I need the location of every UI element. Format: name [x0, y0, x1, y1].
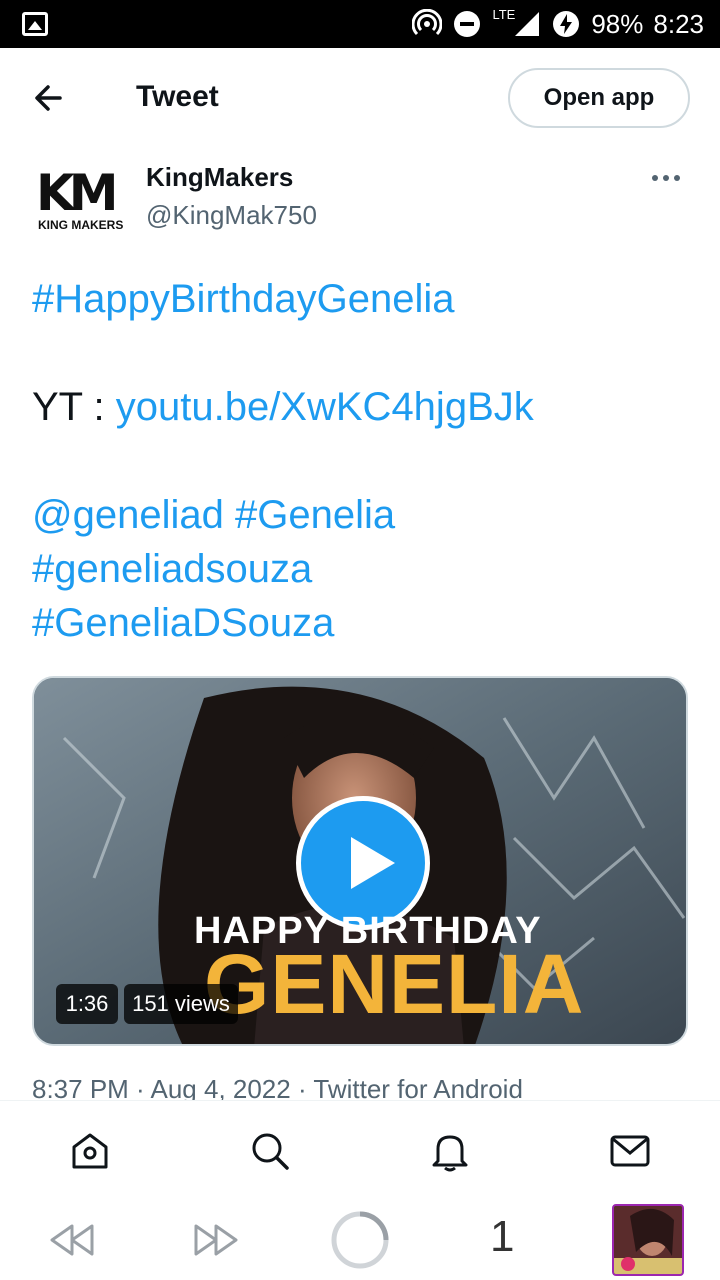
browser-toolbar: 1: [0, 1200, 720, 1280]
video-overlay-name: GENELIA: [204, 937, 585, 1031]
hashtag-link[interactable]: #HappyBirthdayGenelia: [32, 277, 454, 321]
network-type: LTE: [492, 6, 516, 22]
do-not-disturb-icon: [454, 11, 481, 37]
hashtag-link[interactable]: #Genelia: [235, 493, 395, 537]
reload-spinner-icon[interactable]: [330, 1210, 390, 1270]
messages-icon[interactable]: [608, 1129, 652, 1173]
back-arrow-icon[interactable]: [30, 78, 70, 118]
tweet-timestamp: 8:37 PM · Aug 4, 2022 · Twitter for Andr…: [32, 1074, 523, 1100]
youtube-link[interactable]: youtu.be/XwKC4hjgBJk: [116, 385, 534, 429]
signal-icon: [515, 12, 540, 36]
more-options-icon[interactable]: [652, 166, 688, 190]
author-avatar[interactable]: KM KING MAKERS: [32, 160, 126, 254]
author-name[interactable]: KingMakers: [146, 162, 293, 193]
profile-thumbnail[interactable]: [612, 1204, 684, 1276]
forward-nav-icon[interactable]: [190, 1220, 242, 1260]
tweet-header: Tweet Open app: [0, 48, 720, 148]
status-bar: LTE 98% 8:23: [0, 0, 720, 48]
tweet-text: #HappyBirthdayGenelia YT : youtu.be/XwKC…: [32, 272, 692, 650]
yt-label: YT :: [32, 385, 116, 429]
battery-charging-icon: [553, 11, 580, 37]
video-duration: 1:36: [56, 984, 118, 1024]
tab-count[interactable]: 1: [490, 1212, 514, 1262]
back-nav-icon[interactable]: [46, 1220, 98, 1260]
avatar-caption: KING MAKERS: [38, 218, 124, 232]
hashtag-link[interactable]: #geneliadsouza: [32, 547, 312, 591]
video-player[interactable]: HAPPY BIRTHDAY GENELIA 1:36 151 views: [32, 676, 688, 1046]
hotspot-icon: [412, 9, 443, 36]
home-icon[interactable]: [68, 1129, 112, 1173]
video-views: 151 views: [124, 984, 238, 1024]
open-app-button[interactable]: Open app: [508, 68, 690, 128]
clock: 8:23: [653, 8, 704, 39]
profile-thumbnail-image: [614, 1206, 682, 1274]
gallery-notification-icon: [22, 12, 48, 36]
bottom-navigation: [0, 1100, 720, 1200]
search-icon[interactable]: [248, 1129, 292, 1173]
mention-link[interactable]: @geneliad: [32, 493, 224, 537]
page-title: Tweet: [136, 80, 219, 113]
notifications-bell-icon[interactable]: [428, 1129, 472, 1173]
avatar-logo: KM: [36, 164, 118, 222]
hashtag-link[interactable]: #GeneliaDSouza: [32, 601, 334, 645]
author-handle[interactable]: @KingMak750: [146, 200, 317, 231]
battery-level: 98%: [591, 8, 644, 39]
